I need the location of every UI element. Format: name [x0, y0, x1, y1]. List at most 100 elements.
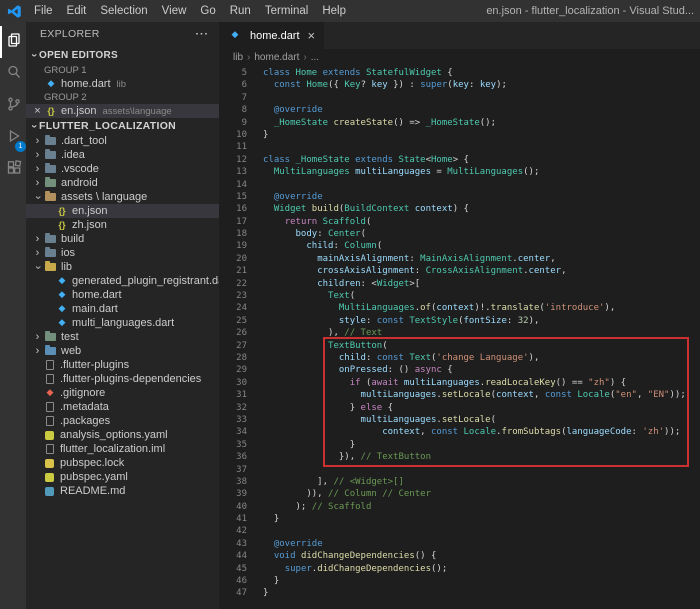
tree-item-generated-plugin-registrant-dart[interactable]: ›◆generated_plugin_registrant.dart — [26, 274, 219, 288]
code-line-5[interactable]: 5 class Home extends StatefulWidget { — [219, 67, 700, 79]
code-line-46[interactable]: 46 } — [219, 575, 700, 587]
tree-item-packages[interactable]: ›.packages — [26, 414, 219, 428]
code-line-16[interactable]: 16 Widget build(BuildContext context) { — [219, 203, 700, 215]
folder-icon — [45, 331, 56, 341]
code-line-22[interactable]: 22 children: <Widget>[ — [219, 278, 700, 290]
code-line-28[interactable]: 28 child: const Text('change Language'), — [219, 352, 700, 364]
tree-item-build[interactable]: › build — [26, 232, 219, 246]
source-control-view-button[interactable] — [0, 90, 26, 122]
code-line-47[interactable]: 47} — [219, 587, 700, 599]
tree-label: .flutter-plugins-dependencies — [60, 373, 202, 385]
tree-item-flutter-localization-iml[interactable]: ›flutter_localization.iml — [26, 442, 219, 456]
tree-item-ios[interactable]: › ios — [26, 246, 219, 260]
open-editor-en-json[interactable]: ×{} en.json assets\language — [26, 104, 219, 118]
menu-selection[interactable]: Selection — [93, 5, 154, 17]
tree-item-android[interactable]: › android — [26, 176, 219, 190]
tree-label: assets \ language — [61, 191, 148, 203]
code-line-10[interactable]: 10} — [219, 129, 700, 141]
code-line-43[interactable]: 43 @override — [219, 538, 700, 550]
tree-item-gitignore[interactable]: ›◆.gitignore — [26, 386, 219, 400]
code-line-26[interactable]: 26 ), // Text — [219, 327, 700, 339]
code-line-15[interactable]: 15 @override — [219, 191, 700, 203]
code-line-41[interactable]: 41 } — [219, 513, 700, 525]
folder-icon — [45, 247, 56, 257]
code-line-45[interactable]: 45 super.didChangeDependencies(); — [219, 563, 700, 575]
code-line-40[interactable]: 40 ); // Scaffold — [219, 501, 700, 513]
open-editors-header[interactable]: › OPEN EDITORS — [26, 46, 219, 64]
code-line-42[interactable]: 42 — [219, 525, 700, 537]
code-line-44[interactable]: 44 void didChangeDependencies() { — [219, 550, 700, 562]
tree-item-main-dart[interactable]: ›◆main.dart — [26, 302, 219, 316]
code-line-7[interactable]: 7 — [219, 92, 700, 104]
tree-item-lib[interactable]: › lib — [26, 260, 219, 274]
code-line-34[interactable]: 34 context, const Locale.fromSubtags(lan… — [219, 426, 700, 438]
code-line-18[interactable]: 18 body: Center( — [219, 228, 700, 240]
tree-item-zh-json[interactable]: ›{}zh.json — [26, 218, 219, 232]
code-line-35[interactable]: 35 } — [219, 439, 700, 451]
breadcrumb-item[interactable]: lib — [233, 52, 243, 63]
code-line-39[interactable]: 39 )), // Column // Center — [219, 488, 700, 500]
more-actions-icon[interactable]: ··· — [196, 28, 210, 40]
line-number: 30 — [236, 377, 247, 388]
code-line-24[interactable]: 24 MultiLanguages.of(context)!.translate… — [219, 302, 700, 314]
code-line-17[interactable]: 17 return Scaffold( — [219, 216, 700, 228]
tree-item-multi-languages-dart[interactable]: ›◆multi_languages.dart — [26, 316, 219, 330]
tree-item-home-dart[interactable]: ›◆home.dart — [26, 288, 219, 302]
code-line-32[interactable]: 32 } else { — [219, 402, 700, 414]
code-line-14[interactable]: 14 — [219, 179, 700, 191]
breadcrumb-item[interactable]: home.dart — [254, 52, 299, 63]
code-line-31[interactable]: 31 multiLanguages.setLocale(context, con… — [219, 389, 700, 401]
search-view-button[interactable] — [0, 58, 26, 90]
code-line-30[interactable]: 30 if (await multiLanguages.readLocaleKe… — [219, 377, 700, 389]
code-line-9[interactable]: 9 _HomeState createState() => _HomeState… — [219, 117, 700, 129]
menu-terminal[interactable]: Terminal — [258, 5, 315, 17]
menu-help[interactable]: Help — [315, 5, 353, 17]
tree-item-analysis-options-yaml[interactable]: ›analysis_options.yaml — [26, 428, 219, 442]
menu-file[interactable]: File — [27, 5, 60, 17]
tree-item-idea[interactable]: › .idea — [26, 148, 219, 162]
menu-view[interactable]: View — [155, 5, 194, 17]
code-line-38[interactable]: 38 ], // <Widget>[] — [219, 476, 700, 488]
tree-item-pubspec-yaml[interactable]: ›pubspec.yaml — [26, 470, 219, 484]
chevron-icon: › — [35, 134, 40, 147]
tab-home-dart[interactable]: ◆ home.dart × — [219, 22, 325, 49]
code-line-19[interactable]: 19 child: Column( — [219, 240, 700, 252]
breadcrumb-item[interactable]: ... — [311, 52, 319, 63]
code-line-6[interactable]: 6 const Home({ Key? key }) : super(key: … — [219, 79, 700, 91]
tree-item-en-json[interactable]: ›{}en.json — [26, 204, 219, 218]
code-line-12[interactable]: 12 class _HomeState extends State<Home> { — [219, 154, 700, 166]
code-line-33[interactable]: 33 multiLanguages.setLocale( — [219, 414, 700, 426]
project-header[interactable]: › FLUTTER_LOCALIZATION — [26, 118, 219, 134]
tree-item-readme-md[interactable]: ›README.md — [26, 484, 219, 498]
code-line-8[interactable]: 8 @override — [219, 104, 700, 116]
tree-item-pubspec-lock[interactable]: ›pubspec.lock — [26, 456, 219, 470]
tree-item-flutter-plugins[interactable]: ›.flutter-plugins — [26, 358, 219, 372]
tree-item-assets-language[interactable]: › assets \ language — [26, 190, 219, 204]
code-line-37[interactable]: 37 — [219, 464, 700, 476]
code-line-21[interactable]: 21 crossAxisAlignment: CrossAxisAlignmen… — [219, 265, 700, 277]
code-line-11[interactable]: 11 — [219, 141, 700, 153]
code-line-25[interactable]: 25 style: const TextStyle(fontSize: 32), — [219, 315, 700, 327]
code-line-20[interactable]: 20 mainAxisAlignment: MainAxisAlignment.… — [219, 253, 700, 265]
tree-item-test[interactable]: › test — [26, 330, 219, 344]
menu-go[interactable]: Go — [193, 5, 222, 17]
code-line-36[interactable]: 36 }), // TextButton — [219, 451, 700, 463]
tree-item-vscode[interactable]: › .vscode — [26, 162, 219, 176]
explorer-view-button[interactable] — [0, 26, 26, 58]
tree-item-flutter-plugins-dependencies[interactable]: ›.flutter-plugins-dependencies — [26, 372, 219, 386]
menu-run[interactable]: Run — [223, 5, 258, 17]
open-editor-home-dart[interactable]: ◆ home.dart lib — [26, 77, 219, 91]
tree-item-metadata[interactable]: ›.metadata — [26, 400, 219, 414]
extensions-view-button[interactable] — [0, 154, 26, 186]
code-line-27[interactable]: 27 TextButton( — [219, 340, 700, 352]
tree-item-dart-tool[interactable]: › .dart_tool — [26, 134, 219, 148]
code-line-23[interactable]: 23 Text( — [219, 290, 700, 302]
code-line-29[interactable]: 29 onPressed: () async { — [219, 364, 700, 376]
menu-edit[interactable]: Edit — [60, 5, 94, 17]
code-line-13[interactable]: 13 MultiLanguages multiLanguages = Multi… — [219, 166, 700, 178]
line-number: 10 — [236, 129, 247, 140]
close-icon[interactable]: × — [308, 28, 316, 43]
tree-item-web[interactable]: › web — [26, 344, 219, 358]
close-icon[interactable]: × — [31, 105, 44, 117]
run-debug-view-button[interactable]: 1 — [0, 122, 26, 154]
